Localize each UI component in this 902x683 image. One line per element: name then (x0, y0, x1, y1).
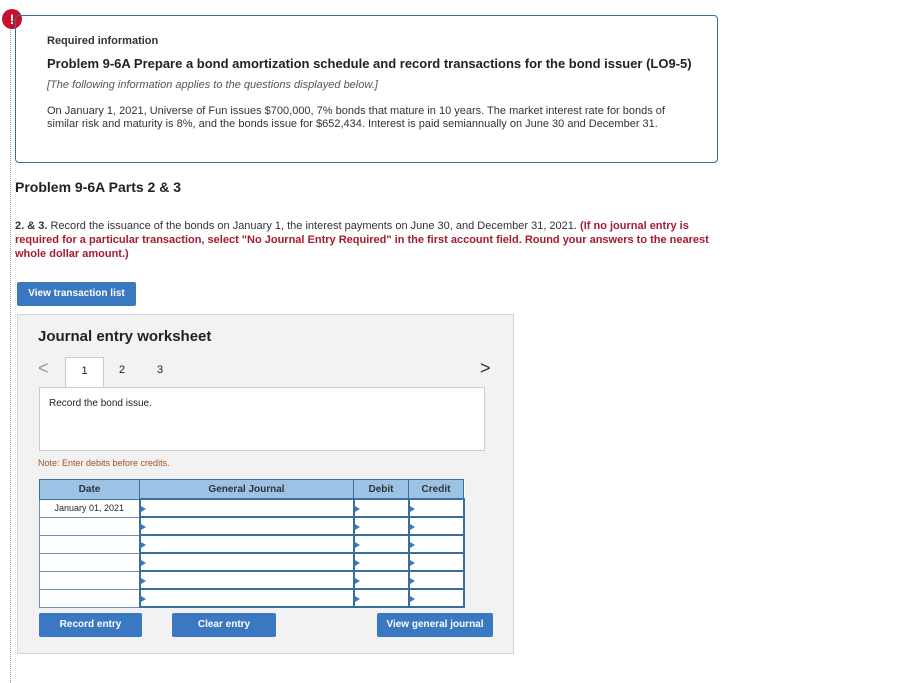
input-marker-icon (409, 595, 415, 602)
journal-row (39, 534, 465, 554)
transaction-description: Record the bond issue. (49, 398, 152, 409)
credit-header: Credit (408, 479, 464, 500)
worksheet-title: Journal entry worksheet (38, 328, 212, 345)
account-cell[interactable] (138, 498, 355, 518)
record-entry-button[interactable]: Record entry (39, 613, 142, 637)
credit-cell[interactable] (407, 516, 465, 536)
debit-header: Debit (353, 479, 409, 500)
credit-cell[interactable] (407, 552, 465, 572)
debit-cell[interactable] (352, 516, 410, 536)
prev-arrow-icon[interactable]: < (38, 358, 49, 379)
next-arrow-icon[interactable]: > (480, 358, 491, 379)
part-heading: Problem 9-6A Parts 2 & 3 (15, 179, 181, 195)
input-marker-icon (140, 523, 146, 530)
account-cell[interactable] (138, 516, 355, 536)
account-cell[interactable] (138, 570, 355, 590)
input-marker-icon (354, 577, 360, 584)
view-transaction-list-button[interactable]: View transaction list (17, 282, 136, 306)
general-journal-header: General Journal (139, 479, 354, 500)
journal-row (39, 588, 465, 608)
instructions-text: Record the issuance of the bonds on Janu… (47, 220, 581, 232)
instructions-number: 2. & 3. (15, 220, 48, 232)
credit-cell[interactable] (407, 498, 465, 518)
credit-cell[interactable] (407, 534, 465, 554)
input-marker-icon (409, 559, 415, 566)
input-marker-icon (409, 577, 415, 584)
input-marker-icon (354, 523, 360, 530)
input-marker-icon (140, 577, 146, 584)
date-cell[interactable] (39, 534, 140, 554)
date-cell[interactable]: January 01, 2021 (39, 498, 140, 518)
date-cell[interactable] (39, 570, 140, 590)
date-header: Date (39, 479, 140, 500)
account-cell[interactable] (138, 552, 355, 572)
debit-cell[interactable] (352, 498, 410, 518)
journal-row (39, 552, 465, 572)
transaction-description-box (39, 387, 485, 451)
input-marker-icon (409, 523, 415, 530)
credit-cell[interactable] (407, 588, 465, 608)
input-marker-icon (140, 595, 146, 602)
instructions: 2. & 3. Record the issuance of the bonds… (15, 219, 725, 261)
journal-row (39, 516, 465, 536)
account-cell[interactable] (138, 534, 355, 554)
clear-entry-button[interactable]: Clear entry (172, 613, 276, 637)
journal-row (39, 570, 465, 590)
debit-cell[interactable] (352, 534, 410, 554)
debit-cell[interactable] (352, 552, 410, 572)
input-marker-icon (354, 505, 360, 512)
tab-2[interactable]: 2 (112, 357, 132, 383)
input-marker-icon (354, 541, 360, 548)
problem-title: Problem 9-6A Prepare a bond amortization… (47, 56, 692, 71)
account-cell[interactable] (138, 588, 355, 608)
date-cell-value: January 01, 2021 (54, 503, 125, 513)
date-cell[interactable] (39, 552, 140, 572)
journal-table: Date General Journal Debit Credit Januar… (39, 479, 465, 608)
journal-row: January 01, 2021 (39, 498, 465, 518)
left-dotted-border (10, 14, 11, 683)
date-cell[interactable] (39, 516, 140, 536)
input-marker-icon (354, 595, 360, 602)
debit-cell[interactable] (352, 570, 410, 590)
problem-description: On January 1, 2021, Universe of Fun issu… (47, 105, 665, 130)
input-marker-icon (354, 559, 360, 566)
input-marker-icon (409, 541, 415, 548)
credit-cell[interactable] (407, 570, 465, 590)
debits-note: Note: Enter debits before credits. (38, 458, 170, 468)
input-marker-icon (140, 505, 146, 512)
input-marker-icon (409, 505, 415, 512)
input-marker-icon (140, 541, 146, 548)
input-marker-icon (140, 559, 146, 566)
debit-cell[interactable] (352, 588, 410, 608)
applies-note: [The following information applies to th… (47, 79, 378, 91)
view-general-journal-button[interactable]: View general journal (377, 613, 493, 637)
tab-3[interactable]: 3 (150, 357, 170, 383)
required-info-header: Required information (47, 35, 159, 47)
date-cell[interactable] (39, 588, 140, 608)
tab-1[interactable]: 1 (65, 357, 104, 388)
